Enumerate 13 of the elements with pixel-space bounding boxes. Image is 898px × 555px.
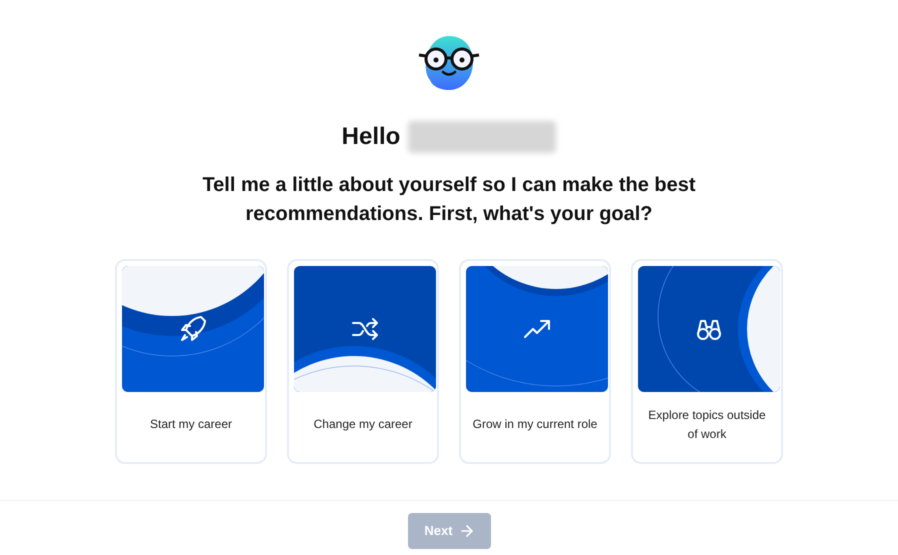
rocket-icon (179, 315, 207, 343)
goal-card[interactable]: Explore topics outside of work (631, 259, 783, 464)
goal-card[interactable]: Grow in my current role (459, 259, 611, 464)
greeting: Hello (342, 122, 400, 152)
arrow-right-icon (460, 525, 474, 537)
goal-card[interactable]: Start my career (115, 259, 267, 464)
goal-label: Grow in my current role (472, 416, 598, 433)
goal-label: Explore topics outside of work (647, 406, 767, 442)
shuffle-icon (351, 315, 379, 343)
goal-label: Change my career (314, 416, 412, 433)
goal-card[interactable]: Change my career (287, 259, 439, 464)
goal-question: Tell me a little about yourself so I can make the best recommendations. First, what's your goal? (201, 173, 697, 227)
goal-label: Start my career (150, 416, 232, 433)
